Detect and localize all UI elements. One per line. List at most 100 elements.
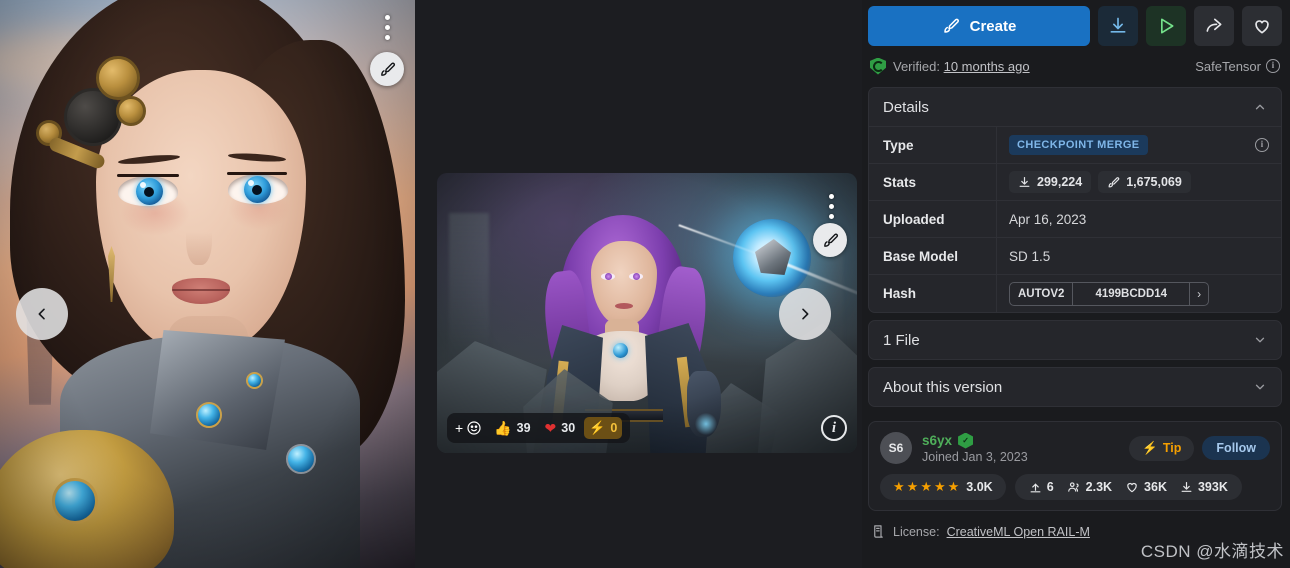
- reaction-heart[interactable]: ❤ 30: [540, 417, 581, 439]
- details-table: Type CHECKPOINT MERGE i Stats 299,224 1,…: [869, 126, 1281, 312]
- create-button-label: Create: [969, 17, 1017, 35]
- metric-followers: 2.3K: [1067, 480, 1112, 494]
- metric-uploads-value: 6: [1046, 480, 1054, 494]
- star-icon: ★: [933, 479, 946, 494]
- heart-icon: [1255, 20, 1269, 34]
- run-model-button[interactable]: [1146, 6, 1186, 46]
- reaction-bar: + 👍 39 ❤ 30 ⚡ 0: [447, 413, 631, 443]
- metric-likes: 36K: [1125, 480, 1167, 494]
- reaction-thumbs-up[interactable]: 👍 39: [489, 417, 535, 439]
- heart-outline-icon: [1127, 482, 1137, 493]
- details-key-type: Type: [869, 127, 997, 163]
- create-button[interactable]: Create: [868, 6, 1090, 46]
- model-sidebar: Create Verified: 10 months ago SafeTenso…: [862, 0, 1290, 568]
- details-row-stats: Stats 299,224 1,675,069: [869, 164, 1281, 201]
- share-button[interactable]: [1194, 6, 1234, 46]
- license-name[interactable]: CreativeML Open RAIL-M: [947, 525, 1090, 539]
- hash-expand-button[interactable]: ›: [1190, 283, 1208, 305]
- type-info-icon[interactable]: i: [1255, 138, 1269, 152]
- star-icon: ★: [947, 479, 960, 494]
- safetensor-indicator: SafeTensor i: [1195, 59, 1280, 74]
- verified-label: Verified:: [893, 58, 940, 74]
- heart-icon: ❤: [544, 419, 557, 436]
- details-row-base-model: Base Model SD 1.5: [869, 238, 1281, 275]
- creator-name-row[interactable]: s6yx ✓: [922, 432, 1028, 449]
- verified-time[interactable]: 10 months ago: [944, 59, 1030, 74]
- primary-actions: Create: [868, 6, 1282, 46]
- safetensor-label: SafeTensor: [1195, 58, 1261, 74]
- details-title: Details: [883, 98, 929, 116]
- details-key-base-model: Base Model: [869, 238, 997, 274]
- stat-downloads: 299,224: [1009, 171, 1092, 193]
- download-icon: [1110, 17, 1126, 33]
- metric-followers-value: 2.3K: [1085, 480, 1113, 494]
- stat-downloads-value: 299,224: [1037, 175, 1083, 189]
- details-value-base-model: SD 1.5: [1009, 248, 1051, 264]
- hash-algorithm: AUTOV2: [1010, 282, 1074, 305]
- download-icon: [1019, 176, 1030, 187]
- creator-identity: s6yx ✓ Joined Jan 3, 2023: [922, 432, 1028, 464]
- energy-count: 0: [610, 421, 618, 435]
- creator-username: s6yx: [922, 433, 953, 448]
- favorite-button[interactable]: [1242, 6, 1282, 46]
- three-dots-icon[interactable]: [819, 189, 843, 223]
- gallery-prev-button[interactable]: [16, 288, 68, 340]
- tip-button-label: Tip: [1162, 441, 1182, 455]
- tip-button[interactable]: ⚡ Tip: [1129, 435, 1195, 461]
- three-dots-icon[interactable]: [375, 10, 399, 44]
- share-icon: [1206, 18, 1222, 32]
- license-label: License:: [893, 524, 940, 539]
- hash-value: 4199BCDD14: [1073, 282, 1191, 305]
- avatar[interactable]: S6: [880, 432, 912, 464]
- chevron-down-icon: [1253, 333, 1267, 347]
- add-reaction-button[interactable]: +: [455, 420, 485, 436]
- details-row-hash: Hash AUTOV2 4199BCDD14 ›: [869, 275, 1281, 312]
- thumbs-up-count: 39: [516, 421, 531, 435]
- stat-generations: 1,675,069: [1098, 171, 1191, 193]
- hero-image[interactable]: [0, 0, 415, 568]
- image-info-icon[interactable]: i: [821, 415, 847, 441]
- details-panel-header[interactable]: Details: [869, 88, 1281, 126]
- heart-count: 30: [561, 421, 576, 435]
- license-icon: [874, 525, 883, 538]
- chevron-up-icon: [1253, 100, 1267, 114]
- star-icon: ★: [893, 479, 905, 494]
- details-key-hash: Hash: [869, 275, 997, 312]
- download-button[interactable]: [1098, 6, 1138, 46]
- details-key-uploaded: Uploaded: [869, 201, 997, 237]
- details-panel: Details Type CHECKPOINT MERGE i Stats 29…: [868, 87, 1282, 313]
- brush-icon: [1108, 176, 1120, 187]
- chevron-down-icon: [1253, 380, 1267, 394]
- stat-generations-value: 1,675,069: [1126, 175, 1182, 189]
- rating-pill[interactable]: ★ ★ ★ ★ ★ 3.0K: [880, 474, 1006, 500]
- remix-brush-icon[interactable]: [813, 223, 847, 257]
- shield-check-icon: [870, 57, 886, 75]
- info-circle-icon[interactable]: i: [1266, 59, 1280, 73]
- hero-artwork: [0, 0, 415, 568]
- hash-group: AUTOV2 4199BCDD14 ›: [1009, 281, 1210, 306]
- bolt-icon: ⚡: [589, 420, 606, 435]
- details-value-uploaded: Apr 16, 2023: [1009, 211, 1087, 227]
- files-section-title: 1 File: [883, 331, 920, 349]
- metric-likes-value: 36K: [1144, 480, 1167, 494]
- details-key-stats: Stats: [869, 164, 997, 200]
- rating-count: 3.0K: [966, 480, 993, 494]
- gallery-next-button[interactable]: [779, 288, 831, 340]
- files-section[interactable]: 1 File: [868, 320, 1282, 360]
- reaction-energy[interactable]: ⚡ 0: [584, 417, 623, 439]
- remix-brush-icon[interactable]: [370, 52, 404, 86]
- details-row-uploaded: Uploaded Apr 16, 2023: [869, 201, 1281, 238]
- creator-header: S6 s6yx ✓ Joined Jan 3, 2023 ⚡ Tip Follo…: [880, 432, 1270, 464]
- metric-downloads-value: 393K: [1197, 480, 1228, 494]
- about-version-section[interactable]: About this version: [868, 367, 1282, 407]
- follow-button[interactable]: Follow: [1202, 436, 1270, 460]
- model-detail-page: + 👍 39 ❤ 30 ⚡ 0 i Create Verified: 10 mo…: [0, 0, 1290, 568]
- creator-metrics: 6 2.3K 36K 393K: [1014, 474, 1242, 500]
- brush-icon: [943, 18, 959, 33]
- bolt-icon: ⚡: [1142, 440, 1158, 455]
- verified-row: Verified: 10 months ago SafeTensor i: [870, 55, 1280, 77]
- metric-downloads: 393K: [1180, 480, 1228, 494]
- upload-icon: [1030, 483, 1041, 492]
- creator-joined: Joined Jan 3, 2023: [922, 449, 1028, 464]
- watermark: CSDN @水滴技术: [1140, 542, 1284, 561]
